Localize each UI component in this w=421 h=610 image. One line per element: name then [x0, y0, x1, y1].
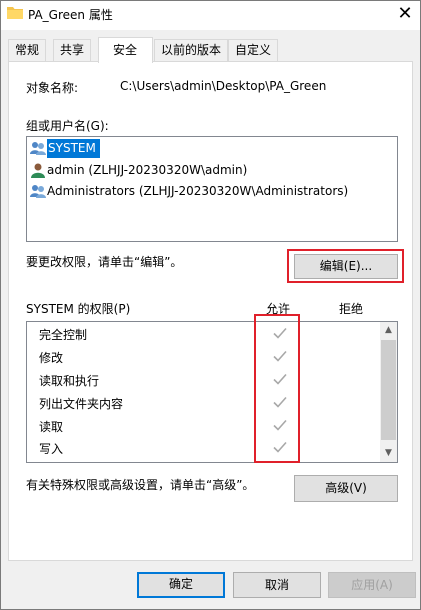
title-bar: PA_Green 属性 ✕ — [1, 1, 420, 30]
close-button[interactable]: ✕ — [390, 1, 420, 29]
scroll-up-icon[interactable]: ▲ — [380, 322, 397, 339]
tab-security[interactable]: 安全 — [98, 37, 153, 63]
tab-strip: 常规 共享 安全 以前的版本 自定义 — [8, 37, 413, 63]
permissions-scrollbar[interactable]: ▲ ▼ — [380, 322, 397, 462]
properties-dialog: PA_Green 属性 ✕ 常规 共享 安全 以前的版本 自定义 对象名称: C… — [0, 0, 421, 610]
window-title: PA_Green 属性 — [28, 8, 113, 22]
list-item-administrators[interactable]: Administrators (ZLHJJ-20230320W\Administ… — [47, 182, 348, 201]
advanced-button[interactable]: 高级(V) — [294, 475, 398, 502]
edit-hint-text: 要更改权限，请单击“编辑”。 — [26, 255, 183, 269]
groups-label: 组或用户名(G): — [26, 119, 109, 133]
folder-icon — [7, 7, 23, 19]
object-name-label: 对象名称: — [26, 81, 79, 95]
permission-row-write: 写入 — [39, 442, 64, 456]
list-item-admin[interactable]: admin (ZLHJJ-20230320W\admin) — [47, 161, 247, 180]
deny-header: 拒绝 — [339, 302, 364, 316]
users-listbox[interactable]: SYSTEM admin (ZLHJJ-20230320W\admin) Adm… — [26, 136, 398, 242]
advanced-hint-text: 有关特殊权限或高级设置，请单击“高级”。 — [26, 478, 255, 492]
tab-general[interactable]: 常规 — [8, 39, 47, 61]
permission-row-modify: 修改 — [39, 351, 64, 365]
group-users-icon — [30, 142, 46, 155]
group-users-icon — [30, 185, 46, 198]
scroll-thumb[interactable] — [381, 340, 396, 440]
ok-button[interactable]: 确定 — [137, 572, 225, 598]
tab-previous-versions[interactable]: 以前的版本 — [154, 39, 229, 61]
apply-button[interactable]: 应用(A) — [328, 572, 416, 598]
permission-row-full-control: 完全控制 — [39, 328, 88, 342]
highlight-box-allow — [254, 314, 300, 463]
object-name-value: C:\Users\admin\Desktop\PA_Green — [120, 79, 327, 93]
permission-row-read-execute: 读取和执行 — [39, 374, 100, 388]
list-item-system[interactable]: SYSTEM — [47, 139, 100, 158]
security-panel: 对象名称: C:\Users\admin\Desktop\PA_Green 组或… — [8, 61, 413, 561]
permissions-label: SYSTEM 的权限(P) — [26, 302, 131, 316]
tab-sharing[interactable]: 共享 — [53, 39, 92, 61]
close-icon: ✕ — [397, 3, 413, 24]
scroll-down-icon[interactable]: ▼ — [380, 445, 397, 462]
user-icon — [31, 163, 45, 178]
permission-row-read: 读取 — [39, 420, 64, 434]
tab-customize[interactable]: 自定义 — [228, 39, 279, 61]
edit-button[interactable]: 编辑(E)... — [294, 254, 398, 279]
permission-row-list-folder: 列出文件夹内容 — [39, 397, 124, 411]
permissions-listbox[interactable]: 完全控制 修改 读取和执行 列出文件夹内容 读取 写入 ▲ ▼ — [26, 321, 398, 463]
cancel-button[interactable]: 取消 — [233, 572, 321, 598]
